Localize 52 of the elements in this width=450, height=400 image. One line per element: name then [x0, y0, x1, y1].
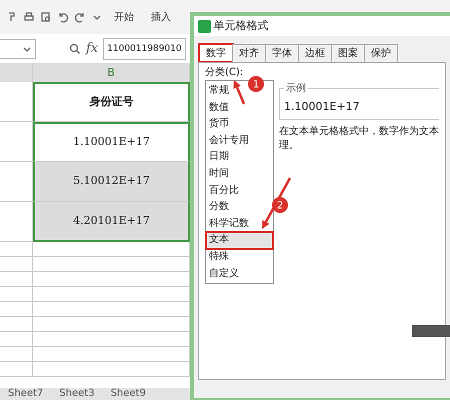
menu-tab[interactable]: 插入	[145, 10, 177, 24]
category-item[interactable]: 自定义	[206, 266, 242, 282]
app-icon	[198, 20, 211, 32]
dialog-title: 单元格格式	[214, 18, 268, 34]
menu-tab[interactable]: 开始	[108, 10, 140, 24]
category-item[interactable]: 特殊	[206, 248, 232, 266]
dark-bar	[412, 325, 450, 337]
category-item[interactable]: 分数	[206, 199, 232, 216]
category-item[interactable]: 科学记数	[206, 216, 252, 232]
description-text: 在文本单元格格式中，数字作为文本	[279, 125, 439, 139]
sheet-tab[interactable]: Sheet3	[51, 388, 103, 400]
category-item[interactable]: 日期	[206, 149, 232, 166]
description-text: 理。	[279, 139, 300, 153]
table-cell[interactable]: 1.10001E+17	[33, 122, 190, 162]
table-cell	[0, 242, 33, 257]
table-cell	[0, 347, 33, 362]
sheet-tab[interactable]: Sheet9	[102, 388, 154, 400]
table-cell	[0, 362, 33, 377]
arrow	[262, 177, 292, 229]
dialog-tab[interactable]: 对齐	[232, 44, 266, 62]
category-item[interactable]: 货币	[206, 116, 232, 133]
category-item[interactable]: 百分比	[206, 182, 242, 200]
table-cell	[0, 332, 33, 347]
dialog-tab[interactable]: 保护	[364, 44, 398, 62]
sample-value: 1.10001E+17	[284, 99, 361, 115]
table-cell	[0, 302, 33, 317]
category-item[interactable]: 会计专用	[206, 132, 252, 150]
redo-icon[interactable]	[74, 11, 86, 23]
table-cell	[0, 287, 33, 302]
category-item[interactable]: 数值	[206, 100, 232, 116]
table-cell	[0, 82, 33, 122]
table-cell[interactable]: 5.10012E+17	[33, 162, 190, 202]
category-item[interactable]: 文本	[206, 232, 273, 249]
fx-label[interactable]: fx	[86, 38, 98, 58]
category-item[interactable]: 常规	[206, 83, 232, 100]
zoom-icon[interactable]	[69, 42, 81, 54]
preview-icon[interactable]	[40, 11, 52, 23]
column-header[interactable]: B	[33, 64, 190, 82]
sheet-tab[interactable]: Sheet7	[0, 388, 52, 400]
category-item[interactable]: 时间	[206, 166, 232, 183]
table-cell	[0, 317, 33, 332]
step-marker: 2	[272, 197, 288, 213]
arrow	[233, 80, 246, 104]
category-label: 分类(C):	[205, 66, 244, 80]
table-cell	[0, 272, 33, 287]
formula-field[interactable]: 1100011989010	[103, 38, 186, 60]
print-icon[interactable]	[23, 11, 35, 23]
undo-icon[interactable]	[57, 11, 69, 23]
table-cell[interactable]: 4.20101E+17	[33, 202, 190, 242]
table-cell	[0, 257, 33, 272]
dialog-tab[interactable]: 数字	[199, 44, 233, 62]
step-marker: 1	[248, 76, 264, 92]
